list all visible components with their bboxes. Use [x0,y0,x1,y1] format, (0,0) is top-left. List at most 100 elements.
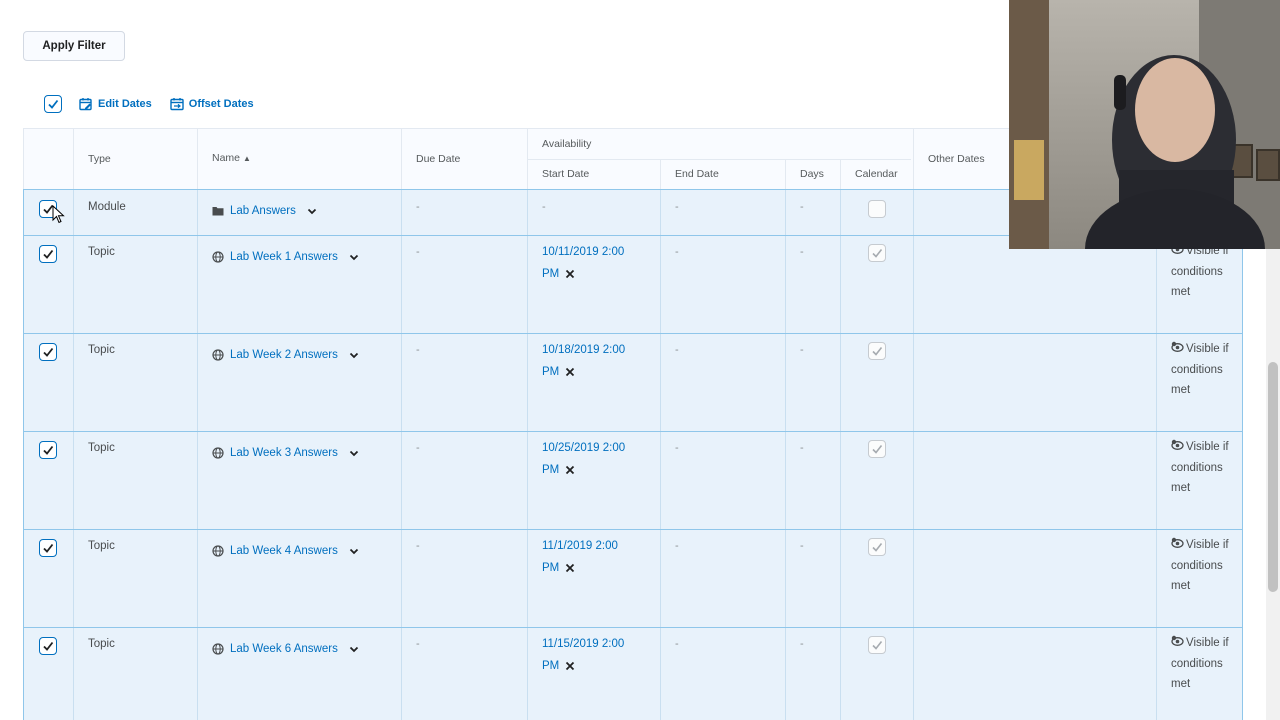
globe-icon [212,349,224,361]
header-end-date[interactable]: End Date [675,168,719,180]
check-icon [48,99,59,109]
scrollbar-thumb[interactable] [1268,362,1278,592]
row-calendar-checkbox[interactable] [868,342,886,360]
row-checkbox[interactable] [39,343,57,361]
globe-icon [212,545,224,557]
bulk-edit-toolbar: Edit Dates Offset Dates [44,90,254,118]
row-name: Lab Week 4 Answers [212,545,360,557]
row-visibility: Visible if conditions met [1171,633,1241,695]
row-calendar-checkbox[interactable] [868,636,886,654]
header-availability: Availability [542,138,592,150]
row-type: Topic [88,540,115,552]
row-name-link[interactable]: Lab Week 1 Answers [230,251,338,263]
row-end-date: - [675,540,679,552]
row-due-date: - [416,638,420,650]
folder-icon [212,207,224,216]
start-date-line1: 11/15/2019 2:00 [542,638,625,650]
table-row: Topic Lab Week 1 Answers - 10/11/2019 2:… [23,236,1243,334]
row-start-date[interactable]: 11/1/2019 2:00 PM [542,535,652,579]
row-due-date: - [416,201,420,213]
header-due-date[interactable]: Due Date [416,153,460,165]
row-end-date: - [675,344,679,356]
row-days: - [800,442,804,454]
header-days: Days [800,168,824,180]
row-name-link[interactable]: Lab Week 4 Answers [230,545,338,557]
clear-date-icon[interactable] [565,367,575,377]
globe-icon [212,643,224,655]
offset-dates-label: Offset Dates [188,98,254,110]
row-type: Topic [88,638,115,650]
row-end-date: - [675,638,679,650]
row-name-link[interactable]: Lab Answers [230,205,296,217]
row-checkbox[interactable] [39,637,57,655]
table-row: Topic Lab Week 6 Answers - 11/15/2019 2:… [23,628,1243,720]
row-name: Lab Week 3 Answers [212,447,360,459]
sort-ascending-icon: ▲ [242,154,251,163]
offset-dates-button[interactable]: Offset Dates [170,97,254,111]
row-start-date[interactable]: 10/11/2019 2:00 PM [542,241,652,285]
start-date-line2: PM [542,268,560,280]
header-start-date[interactable]: Start Date [542,168,589,180]
start-date-line2: PM [542,366,560,378]
row-checkbox[interactable] [39,441,57,459]
row-end-date: - [675,442,679,454]
clear-date-icon[interactable] [565,465,575,475]
row-due-date: - [416,344,420,356]
check-icon [43,347,54,357]
row-days: - [800,344,804,356]
chevron-down-icon[interactable] [348,545,360,557]
row-type: Topic [88,246,115,258]
header-calendar: Calendar [855,168,898,180]
row-end-date: - [675,201,679,213]
clear-date-icon[interactable] [565,563,575,573]
start-date-line2: PM [542,562,560,574]
chevron-down-icon[interactable] [348,251,360,263]
row-calendar-checkbox[interactable] [868,200,886,218]
row-name: Lab Answers [212,205,318,217]
apply-filter-button[interactable]: Apply Filter [23,31,125,61]
row-days: - [800,540,804,552]
row-calendar-checkbox[interactable] [868,538,886,556]
header-name-label: Name [212,152,241,164]
row-start-date[interactable]: 11/15/2019 2:00 PM [542,633,652,677]
globe-icon [212,251,224,263]
globe-icon [212,447,224,459]
row-start-date[interactable]: 10/25/2019 2:00 PM [542,437,652,481]
header-other-dates: Other Dates [928,153,985,165]
conditional-visibility-icon [1171,341,1184,352]
edit-dates-button[interactable]: Edit Dates [79,97,152,111]
chevron-down-icon[interactable] [348,447,360,459]
clear-date-icon[interactable] [565,269,575,279]
row-name: Lab Week 1 Answers [212,251,360,263]
table-row: Topic Lab Week 3 Answers - 10/25/2019 2:… [23,432,1243,530]
row-calendar-checkbox[interactable] [868,244,886,262]
row-checkbox[interactable] [39,245,57,263]
check-icon [872,543,883,552]
header-name[interactable]: Name ▲ [212,152,251,164]
row-name: Lab Week 6 Answers [212,643,360,655]
row-calendar-checkbox[interactable] [868,440,886,458]
row-due-date: - [416,246,420,258]
select-all-checkbox[interactable] [44,95,62,113]
row-type: Topic [88,344,115,356]
conditional-visibility-icon [1171,635,1184,646]
row-start-date[interactable]: 10/18/2019 2:00 PM [542,339,652,383]
row-name-link[interactable]: Lab Week 6 Answers [230,643,338,655]
row-type: Module [88,201,126,213]
header-type[interactable]: Type [88,153,111,165]
row-visibility: Visible if conditions met [1171,535,1241,597]
row-checkbox[interactable] [39,539,57,557]
check-icon [43,641,54,651]
row-days: - [800,201,804,213]
start-date-line1: 10/25/2019 2:00 [542,442,626,454]
row-name-link[interactable]: Lab Week 2 Answers [230,349,338,361]
row-due-date: - [416,540,420,552]
calendar-offset-icon [170,98,184,111]
chevron-down-icon[interactable] [348,349,360,361]
row-visibility: Visible if conditions met [1171,437,1241,499]
row-days: - [800,638,804,650]
row-name-link[interactable]: Lab Week 3 Answers [230,447,338,459]
chevron-down-icon[interactable] [348,643,360,655]
clear-date-icon[interactable] [565,661,575,671]
chevron-down-icon[interactable] [306,205,318,217]
